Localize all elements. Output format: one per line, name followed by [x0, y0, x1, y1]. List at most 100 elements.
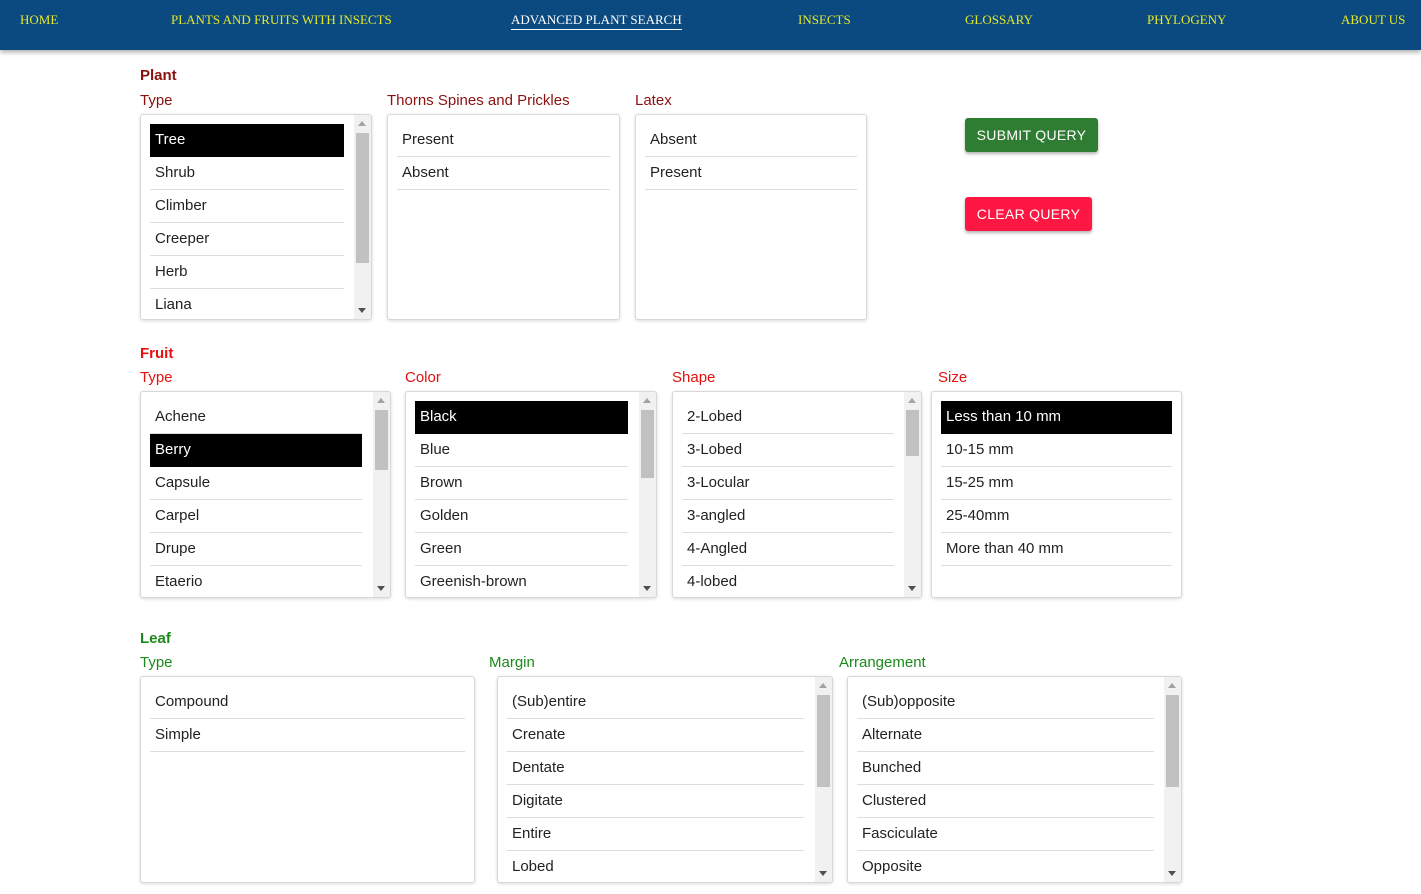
list-option[interactable]: Blue	[415, 434, 628, 467]
list-option[interactable]: Herb	[150, 256, 344, 289]
list-option[interactable]: Tree	[150, 124, 344, 157]
scroll-down-arrow-icon[interactable]	[908, 586, 916, 591]
leaf-heading: Leaf	[140, 630, 171, 647]
list-option[interactable]: Simple	[150, 719, 465, 752]
list-option[interactable]: Golden	[415, 500, 628, 533]
list-option[interactable]: Drupe	[150, 533, 362, 566]
scrollbar[interactable]	[1164, 677, 1181, 882]
leaf-margin-label: Margin	[489, 654, 535, 671]
list-option[interactable]: (Sub)entire	[507, 686, 804, 719]
option-list: Absent Present	[645, 124, 857, 190]
list-option[interactable]: Brown	[415, 467, 628, 500]
list-option[interactable]: 2-Lobed	[682, 401, 894, 434]
list-option[interactable]: Liana	[150, 289, 344, 319]
scroll-up-arrow-icon[interactable]	[377, 398, 385, 403]
submit-query-button[interactable]: SUBMIT QUERY	[965, 118, 1098, 152]
list-option[interactable]: Present	[645, 157, 857, 190]
list-option[interactable]: Digitate	[507, 785, 804, 818]
list-option[interactable]: 3-Lobed	[682, 434, 894, 467]
plant-type-listbox[interactable]: Tree Shrub Climber Creeper Herb Liana	[140, 114, 372, 320]
fruit-size-listbox[interactable]: Less than 10 mm 10-15 mm 15-25 mm 25-40mm Mo…	[931, 391, 1182, 598]
latex-listbox[interactable]: Absent Present	[635, 114, 867, 320]
list-option[interactable]: Absent	[397, 157, 610, 190]
list-option[interactable]: Lobed	[507, 851, 804, 882]
scrollbar-thumb[interactable]	[1166, 695, 1179, 787]
leaf-margin-listbox[interactable]: (Sub)entire Crenate Dentate Digitate Entire L…	[497, 676, 833, 883]
list-option[interactable]: More than 40 mm	[941, 533, 1172, 566]
list-option[interactable]: 10-15 mm	[941, 434, 1172, 467]
scroll-down-arrow-icon[interactable]	[377, 586, 385, 591]
list-option[interactable]: Etaerio	[150, 566, 362, 597]
leaf-arrangement-listbox[interactable]: (Sub)opposite Alternate Bunched Clustered Fa…	[847, 676, 1182, 883]
list-option[interactable]: Fasciculate	[857, 818, 1154, 851]
scrollbar[interactable]	[639, 392, 656, 597]
list-option[interactable]: Dentate	[507, 752, 804, 785]
scrollbar-thumb[interactable]	[906, 410, 919, 456]
scroll-down-arrow-icon[interactable]	[643, 586, 651, 591]
list-option[interactable]: 4-lobed	[682, 566, 894, 597]
list-option[interactable]: Creeper	[150, 223, 344, 256]
list-option[interactable]: Berry	[150, 434, 362, 467]
thorns-label: Thorns Spines and Prickles	[387, 92, 570, 109]
option-list: Present Absent	[397, 124, 610, 190]
list-option[interactable]: Black	[415, 401, 628, 434]
nav-home[interactable]: HOME	[20, 12, 58, 28]
nav-plants-fruits-insects[interactable]: PLANTS AND FRUITS WITH INSECTS	[171, 12, 392, 28]
nav-advanced-plant-search[interactable]: ADVANCED PLANT SEARCH	[511, 12, 682, 30]
option-list: 2-Lobed 3-Lobed 3-Locular 3-angled 4-Angled 4…	[682, 401, 894, 597]
scroll-down-arrow-icon[interactable]	[1168, 871, 1176, 876]
scroll-up-arrow-icon[interactable]	[643, 398, 651, 403]
scrollbar[interactable]	[815, 677, 832, 882]
list-option[interactable]: Entire	[507, 818, 804, 851]
nav-glossary[interactable]: GLOSSARY	[965, 12, 1033, 28]
scroll-up-arrow-icon[interactable]	[358, 121, 366, 126]
list-option[interactable]: 25-40mm	[941, 500, 1172, 533]
list-option[interactable]: Greenish-brown	[415, 566, 628, 597]
scroll-down-arrow-icon[interactable]	[819, 871, 827, 876]
list-option[interactable]: Bunched	[857, 752, 1154, 785]
leaf-arrangement-label: Arrangement	[839, 654, 926, 671]
scroll-down-arrow-icon[interactable]	[358, 308, 366, 313]
fruit-shape-listbox[interactable]: 2-Lobed 3-Lobed 3-Locular 3-angled 4-Angled 4…	[672, 391, 922, 598]
option-list: Less than 10 mm 10-15 mm 15-25 mm 25-40mm Mo…	[941, 401, 1172, 566]
clear-query-button[interactable]: CLEAR QUERY	[965, 197, 1092, 231]
option-list: (Sub)entire Crenate Dentate Digitate Entire L…	[507, 686, 804, 882]
nav-about-us[interactable]: ABOUT US	[1341, 12, 1405, 28]
scrollbar-thumb[interactable]	[641, 410, 654, 478]
scrollbar-thumb[interactable]	[375, 410, 388, 470]
list-option[interactable]: Opposite	[857, 851, 1154, 882]
list-option[interactable]: Crenate	[507, 719, 804, 752]
list-option[interactable]: Absent	[645, 124, 857, 157]
list-option[interactable]: Achene	[150, 401, 362, 434]
list-option[interactable]: 4-Angled	[682, 533, 894, 566]
list-option[interactable]: Alternate	[857, 719, 1154, 752]
scrollbar-thumb[interactable]	[817, 695, 830, 787]
list-option[interactable]: Carpel	[150, 500, 362, 533]
list-option[interactable]: Present	[397, 124, 610, 157]
list-option[interactable]: Green	[415, 533, 628, 566]
list-option[interactable]: Climber	[150, 190, 344, 223]
scrollbar-thumb[interactable]	[356, 133, 369, 263]
list-option[interactable]: 3-Locular	[682, 467, 894, 500]
list-option[interactable]: Clustered	[857, 785, 1154, 818]
list-option[interactable]: Capsule	[150, 467, 362, 500]
list-option[interactable]: 3-angled	[682, 500, 894, 533]
fruit-type-listbox[interactable]: Achene Berry Capsule Carpel Drupe Etaerio	[140, 391, 391, 598]
leaf-type-listbox[interactable]: Compound Simple	[140, 676, 475, 883]
thorns-listbox[interactable]: Present Absent	[387, 114, 620, 320]
scrollbar[interactable]	[373, 392, 390, 597]
list-option[interactable]: Shrub	[150, 157, 344, 190]
list-option[interactable]: 15-25 mm	[941, 467, 1172, 500]
scroll-up-arrow-icon[interactable]	[908, 398, 916, 403]
list-option[interactable]: (Sub)opposite	[857, 686, 1154, 719]
list-option[interactable]: Compound	[150, 686, 465, 719]
scrollbar[interactable]	[904, 392, 921, 597]
nav-insects[interactable]: INSECTS	[798, 12, 851, 28]
top-nav: HOME PLANTS AND FRUITS WITH INSECTS ADVA…	[0, 0, 1421, 50]
nav-phylogeny[interactable]: PHYLOGENY	[1147, 12, 1226, 28]
fruit-color-listbox[interactable]: Black Blue Brown Golden Green Greenish-brown	[405, 391, 657, 598]
scroll-up-arrow-icon[interactable]	[1168, 683, 1176, 688]
list-option[interactable]: Less than 10 mm	[941, 401, 1172, 434]
scroll-up-arrow-icon[interactable]	[819, 683, 827, 688]
scrollbar[interactable]	[354, 115, 371, 319]
